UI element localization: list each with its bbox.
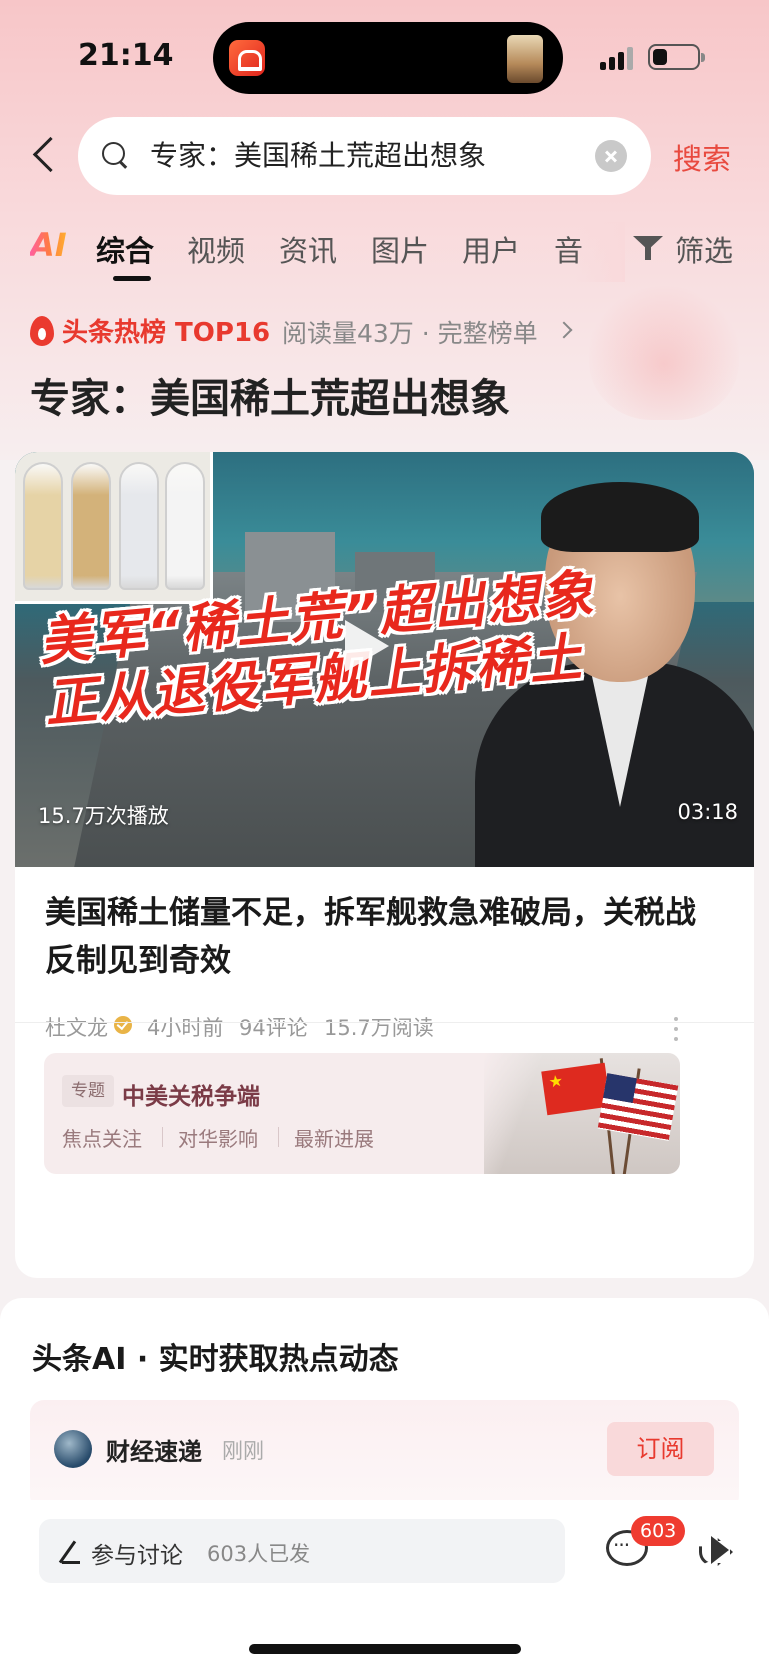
- hot-ranking-label: 头条热榜 TOP16: [62, 318, 271, 348]
- discuss-label: 参与讨论: [91, 1543, 183, 1569]
- search-icon: [102, 142, 128, 168]
- read-count: 15.7万阅读: [324, 1016, 434, 1040]
- bottle: [23, 462, 63, 590]
- filter-label: 筛选: [675, 234, 734, 268]
- verified-icon: [114, 1016, 132, 1034]
- bottle: [71, 462, 111, 590]
- hot-ranking-meta: 阅读量43万 · 完整榜单: [282, 319, 538, 348]
- divider: [278, 1127, 279, 1147]
- clear-icon[interactable]: [595, 140, 627, 172]
- hair: [541, 482, 699, 552]
- feed-time: 刚刚: [222, 1439, 264, 1463]
- page-title: 专家：美国稀土荒超出想象: [30, 376, 510, 422]
- back-button[interactable]: [28, 132, 64, 176]
- topic-link-focus[interactable]: 焦点关注: [62, 1123, 142, 1152]
- comment-badge: 603: [631, 1516, 686, 1546]
- comment-count: 94评论: [239, 1016, 308, 1040]
- active-tab-indicator: [113, 276, 151, 281]
- cellular-signal-icon: [600, 46, 640, 70]
- video-thumbnail[interactable]: 美军“稀土荒”超出想象 正从退役军舰上拆稀土 15.7万次播放 03:18: [15, 452, 754, 867]
- status-time: 21:14: [78, 38, 174, 73]
- filter-icon: [633, 236, 663, 260]
- search-button[interactable]: 搜索: [673, 136, 731, 178]
- media-thumbnail: [507, 35, 543, 83]
- bottle: [165, 462, 205, 590]
- pen-icon: [56, 1539, 82, 1565]
- publish-time: 4小时前: [147, 1016, 224, 1040]
- battery-icon: [648, 44, 705, 70]
- home-indicator[interactable]: [249, 1644, 521, 1654]
- topic-link-latest[interactable]: 最新进展: [294, 1123, 374, 1152]
- category-tabs: AI 综合 视频 资讯 图片 用户 音 筛选: [0, 222, 769, 282]
- divider: [15, 1022, 754, 1023]
- search-box[interactable]: 专家：美国稀土荒超出想象: [78, 117, 651, 195]
- subscribe-button[interactable]: 订阅: [607, 1422, 714, 1476]
- status-bar: 21:14: [0, 0, 769, 110]
- flags-image: [484, 1053, 680, 1174]
- tab-users[interactable]: 用户: [462, 228, 520, 270]
- rare-earth-bottles-image: [15, 452, 213, 604]
- author-name[interactable]: 杜文龙: [45, 1012, 108, 1042]
- discuss-count: 603人已发: [207, 1542, 311, 1566]
- divider: [162, 1127, 163, 1147]
- feed-name[interactable]: 财经速递: [106, 1432, 202, 1467]
- tab-images[interactable]: 图片: [371, 228, 429, 270]
- result-card[interactable]: 美军“稀土荒”超出想象 正从退役军舰上拆稀土 15.7万次播放 03:18 美国…: [15, 452, 754, 1278]
- video-duration: 03:18: [677, 800, 738, 824]
- tab-news[interactable]: 资讯: [279, 228, 337, 270]
- search-input[interactable]: 专家：美国稀土荒超出想象: [150, 137, 570, 175]
- tab-ai[interactable]: AI: [30, 226, 67, 264]
- app-icon: [229, 40, 265, 76]
- tab-comprehensive[interactable]: 综合: [96, 228, 154, 270]
- play-count: 15.7万次播放: [38, 804, 169, 828]
- topic-link-impact[interactable]: 对华影响: [178, 1123, 258, 1152]
- play-icon[interactable]: [345, 620, 389, 672]
- topic-title: 中美关税争端: [122, 1084, 260, 1110]
- flame-decoration: [589, 280, 739, 420]
- ai-feed-card[interactable]: 财经速递 刚刚 订阅: [30, 1400, 739, 1510]
- more-options-icon[interactable]: [672, 1015, 680, 1043]
- avatar[interactable]: [54, 1430, 92, 1468]
- fire-icon: [30, 316, 54, 346]
- discuss-input[interactable]: 参与讨论 603人已发: [39, 1519, 565, 1583]
- dynamic-island[interactable]: [213, 22, 563, 94]
- tab-video[interactable]: 视频: [187, 228, 245, 270]
- article-headline[interactable]: 美国稀土储量不足，拆军舰救急难破局，关税战反制见到奇效: [45, 889, 725, 985]
- bottom-bar: 参与讨论 603人已发 603: [0, 1500, 769, 1665]
- share-icon[interactable]: [695, 1532, 731, 1564]
- topic-card[interactable]: 专题 中美关税争端 焦点关注 对华影响 最新进展: [44, 1053, 680, 1174]
- bottle: [119, 462, 159, 590]
- ai-section-title: 头条AI · 实时获取热点动态: [32, 1342, 399, 1377]
- topic-tag: 专题: [62, 1075, 114, 1107]
- tabs-fade: [575, 222, 625, 282]
